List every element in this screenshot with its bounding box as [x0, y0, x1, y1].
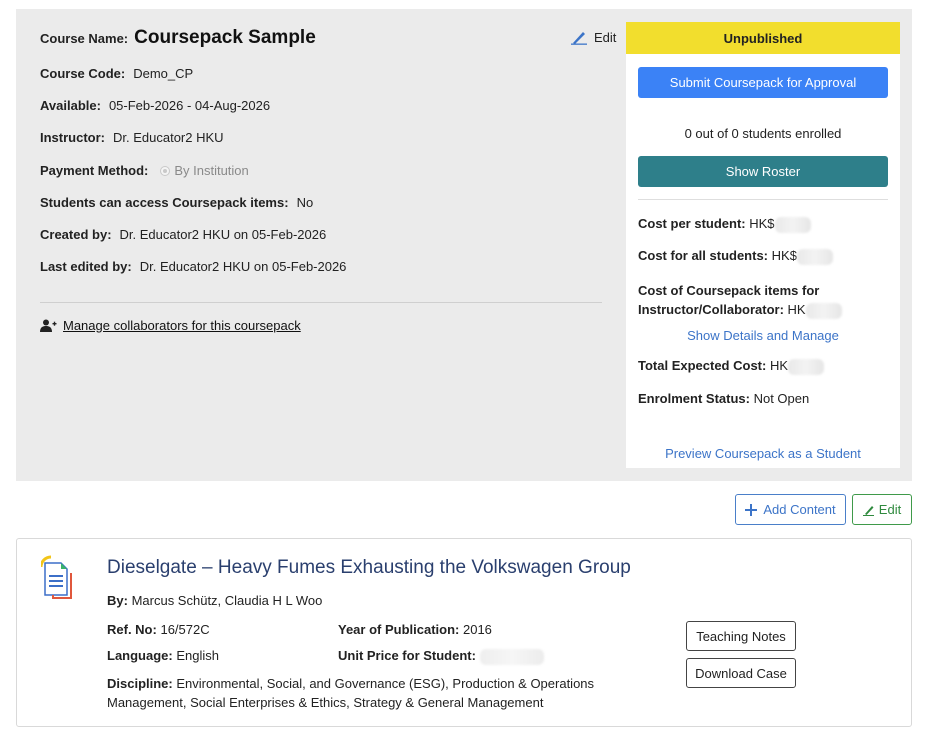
manage-collaborators-link[interactable]: Manage collaborators for this coursepack	[40, 318, 301, 333]
language-value: English	[176, 648, 219, 663]
discipline-label: Discipline:	[107, 676, 173, 691]
created-row: Created by: Dr. Educator2 HKU on 05-Feb-2…	[40, 227, 326, 242]
case-price: Unit Price for Student:	[338, 648, 544, 665]
cost-all-currency: HK$	[771, 248, 797, 263]
cost-per-student-redacted	[774, 216, 811, 233]
created-label: Created by:	[40, 227, 112, 242]
ref-label: Ref. No:	[107, 622, 157, 637]
pencil-icon	[862, 505, 874, 516]
preview-as-student-link[interactable]: Preview Coursepack as a Student	[626, 446, 900, 461]
case-card: Dieselgate – Heavy Fumes Exhausting the …	[16, 538, 912, 727]
cost-items: Cost of Coursepack items for Instructor/…	[638, 281, 842, 319]
cost-all-redacted	[796, 248, 833, 265]
available-value: 05-Feb-2026 - 04-Aug-2026	[108, 98, 271, 113]
total-expected-cost: Total Expected Cost: HK	[638, 358, 825, 375]
cost-items-redacted	[805, 302, 842, 319]
section-divider	[40, 302, 602, 303]
cost-per-student-label: Cost per student:	[638, 216, 746, 231]
course-name-row: Course Name: Coursepack Sample	[40, 27, 316, 49]
available-row: Available: 05-Feb-2026 - 04-Aug-2026	[40, 98, 270, 113]
case-ref: Ref. No: 16/572C	[107, 622, 210, 637]
available-label: Available:	[40, 98, 101, 113]
cost-items-currency: HK	[787, 302, 806, 317]
access-label: Students can access Coursepack items:	[40, 195, 289, 210]
edit-content-button[interactable]: Edit	[852, 494, 912, 525]
year-value: 2016	[462, 622, 492, 637]
download-case-button[interactable]: Download Case	[686, 658, 796, 688]
case-authors: By: Marcus Schütz, Claudia H L Woo	[107, 593, 322, 608]
enrol-status-label: Enrolment Status:	[638, 391, 750, 406]
access-value: No	[296, 195, 314, 210]
course-name: Coursepack Sample	[134, 27, 316, 48]
edit-course-label: Edit	[594, 29, 617, 45]
case-discipline: Discipline: Environmental, Social, and G…	[107, 674, 607, 712]
enrol-status-value: Not Open	[753, 391, 810, 406]
course-code-label: Course Code:	[40, 66, 126, 81]
created-value: Dr. Educator2 HKU on 05-Feb-2026	[119, 227, 327, 242]
plus-icon	[745, 503, 758, 516]
authors-value: Marcus Schütz, Claudia H L Woo	[131, 593, 323, 608]
edited-label: Last edited by:	[40, 259, 132, 274]
cost-all-label: Cost for all students:	[638, 248, 769, 263]
course-name-label: Course Name:	[40, 31, 129, 46]
submit-approval-button[interactable]: Submit Coursepack for Approval	[638, 67, 888, 98]
edited-row: Last edited by: Dr. Educator2 HKU on 05-F…	[40, 259, 346, 274]
add-user-icon	[40, 319, 57, 332]
enrolled-count: 0 out of 0 students enrolled	[684, 126, 842, 141]
coursepack-summary-panel: Course Name: Coursepack Sample Course Cod…	[16, 9, 912, 481]
price-label: Unit Price for Student:	[338, 648, 476, 663]
cost-all-students: Cost for all students: HK$	[638, 248, 833, 265]
payment-row: Payment Method: By Institution	[40, 163, 249, 178]
status-badge: Unpublished	[626, 22, 900, 54]
price-redacted	[479, 648, 544, 665]
course-code-value: Demo_CP	[133, 66, 194, 81]
cost-per-student: Cost per student: HK$	[638, 216, 811, 233]
edited-value: Dr. Educator2 HKU on 05-Feb-2026	[139, 259, 347, 274]
authors-label: By:	[107, 593, 128, 608]
payment-radio	[160, 166, 171, 176]
cost-per-student-currency: HK$	[749, 216, 775, 231]
manage-collaborators-label: Manage collaborators for this coursepack	[63, 318, 301, 333]
total-label: Total Expected Cost:	[638, 358, 767, 373]
add-content-button[interactable]: Add Content	[735, 494, 846, 525]
enrolment-status: Enrolment Status: Not Open	[638, 391, 809, 406]
year-label: Year of Publication:	[338, 622, 460, 637]
course-code-row: Course Code: Demo_CP	[40, 66, 193, 81]
case-title[interactable]: Dieselgate – Heavy Fumes Exhausting the …	[107, 557, 631, 579]
access-row: Students can access Coursepack items: No	[40, 195, 313, 210]
instructor-value: Dr. Educator2 HKU	[113, 130, 224, 145]
edit-course-link[interactable]: Edit	[570, 29, 616, 45]
document-icon	[41, 555, 72, 599]
side-divider	[638, 199, 888, 200]
add-content-label: Add Content	[763, 502, 836, 517]
cost-items-label-2: Instructor/Collaborator:	[638, 302, 784, 317]
instructor-row: Instructor: Dr. Educator2 HKU	[40, 130, 224, 145]
show-roster-button[interactable]: Show Roster	[638, 156, 888, 187]
instructor-label: Instructor:	[40, 130, 105, 145]
case-language: Language: English	[107, 648, 219, 663]
total-redacted	[788, 358, 825, 375]
pencil-icon	[571, 32, 587, 45]
edit-content-label: Edit	[878, 502, 902, 517]
case-year: Year of Publication: 2016	[338, 622, 492, 637]
payment-label: Payment Method:	[40, 163, 149, 178]
total-currency: HK	[769, 358, 789, 373]
cost-items-label-1: Cost of Coursepack items for	[638, 283, 820, 298]
ref-value: 16/572C	[160, 622, 210, 637]
discipline-value: Environmental, Social, and Governance (E…	[107, 676, 595, 710]
teaching-notes-button[interactable]: Teaching Notes	[686, 621, 796, 651]
coursepack-status-card: Unpublished Submit Coursepack for Approv…	[626, 22, 900, 468]
payment-value: By Institution	[174, 163, 249, 178]
language-label: Language:	[107, 648, 173, 663]
show-details-link[interactable]: Show Details and Manage	[626, 328, 900, 343]
